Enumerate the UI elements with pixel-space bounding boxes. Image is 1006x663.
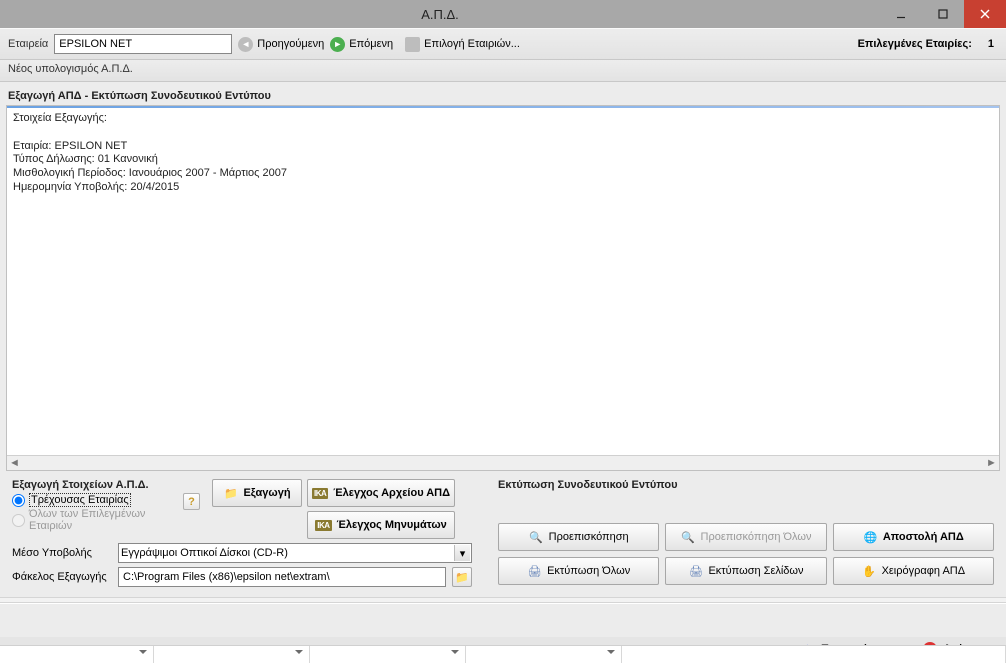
chevron-down-icon[interactable]: ▾ (454, 545, 470, 561)
print-panel: Εκτύπωση Συνοδευτικού Εντύπου 🔍 Προεπισκ… (492, 477, 1000, 593)
arrow-left-icon: ◄ (238, 37, 253, 52)
preview-icon: 🔍 (529, 530, 544, 545)
export-panel: Εξαγωγή Στοιχείων Α.Π.Δ. Τρέχουσας Εταιρ… (6, 477, 478, 593)
selected-companies-label: Επιλεγμένες Εταιρίες: (858, 38, 972, 50)
titlebar: Α.Π.Δ. (0, 0, 1006, 28)
horizontal-scrollbar[interactable]: ◄ ► (7, 455, 999, 470)
status-cell-4[interactable] (466, 646, 622, 663)
status-cell-3[interactable] (310, 646, 466, 663)
preview-button[interactable]: 🔍 Προεπισκόπηση (498, 523, 659, 551)
export-icon: 📁 (223, 486, 238, 501)
medium-label: Μέσο Υποβολής (12, 547, 112, 559)
scroll-left-icon[interactable]: ◄ (7, 456, 22, 471)
companies-icon (405, 37, 420, 52)
status-cell-1[interactable] (0, 646, 154, 663)
globe-icon: 🌐 (863, 530, 878, 545)
radio-all-companies: Όλων των Επιλεγμένων Εταιριών (12, 508, 182, 532)
medium-select[interactable]: Εγγράψιμοι Οπτικοί Δίσκοι (CD-R) ▾ (118, 543, 472, 563)
selected-companies-count: 1 (988, 38, 994, 50)
export-details-text: Στοιχεία Εξαγωγής: Εταιρία: EPSILON NET … (7, 108, 999, 455)
arrow-right-icon: ► (330, 37, 345, 52)
status-cell-2[interactable] (154, 646, 310, 663)
handwritten-button[interactable]: ✋ Χειρόγραφη ΑΠΔ (833, 557, 994, 585)
status-bar (0, 645, 1006, 663)
check-messages-button[interactable]: IKA Έλεγχος Μηνυμάτων (307, 511, 455, 539)
export-panel-title: Εξαγωγή Στοιχείων Α.Π.Δ. (12, 479, 182, 491)
close-button[interactable] (964, 0, 1006, 28)
next-company-button[interactable]: ► Επόμενη (330, 37, 393, 52)
window-title: Α.Π.Δ. (0, 7, 880, 22)
prev-company-button[interactable]: ◄ Προηγούμενη (238, 37, 324, 52)
breadcrumb: Νέος υπολογισμός Α.Π.Δ. (0, 60, 1006, 82)
preview-icon: 🔍 (681, 530, 696, 545)
ika-icon: IKA (312, 488, 328, 499)
browse-folder-button[interactable]: 📁 (452, 567, 472, 587)
section-title: Εξαγωγή ΑΠΔ - Εκτύπωση Συνοδευτικού Εντύ… (8, 90, 998, 102)
preview-all-button: 🔍 Προεπισκόπηση Όλων (665, 523, 826, 551)
maximize-button[interactable] (922, 0, 964, 28)
folder-label: Φάκελος Εξαγωγής (12, 571, 112, 583)
folder-icon: 📁 (455, 571, 469, 584)
company-input[interactable] (54, 34, 232, 54)
company-label: Εταιρεία (8, 38, 48, 50)
minimize-button[interactable] (880, 0, 922, 28)
printer-icon: 🖨 (688, 564, 703, 579)
print-panel-title: Εκτύπωση Συνοδευτικού Εντύπου (498, 479, 994, 491)
export-button[interactable]: 📁 Εξαγωγή (212, 479, 302, 507)
toolbar: Εταιρεία ◄ Προηγούμενη ► Επόμενη Επιλογή… (0, 28, 1006, 60)
help-button[interactable]: ? (183, 493, 200, 510)
ika-icon: IKA (315, 520, 331, 531)
check-file-button[interactable]: IKA Έλεγχος Αρχείου ΑΠΔ (307, 479, 455, 507)
export-folder-input[interactable] (118, 567, 446, 587)
print-all-button[interactable]: 🖨 Εκτύπωση Όλων (498, 557, 659, 585)
scroll-right-icon[interactable]: ► (984, 456, 999, 471)
details-panel: Στοιχεία Εξαγωγής: Εταιρία: EPSILON NET … (6, 105, 1000, 471)
print-pages-button[interactable]: 🖨 Εκτύπωση Σελίδων (665, 557, 826, 585)
select-companies-button[interactable]: Επιλογή Εταιριών... (405, 37, 520, 52)
printer-icon: 🖨 (527, 564, 542, 579)
hand-icon: ✋ (862, 564, 877, 579)
status-cell-5 (622, 646, 1006, 663)
radio-current-company[interactable]: Τρέχουσας Εταιρίας (12, 493, 182, 507)
send-apd-button[interactable]: 🌐 Αποστολή ΑΠΔ (833, 523, 994, 551)
